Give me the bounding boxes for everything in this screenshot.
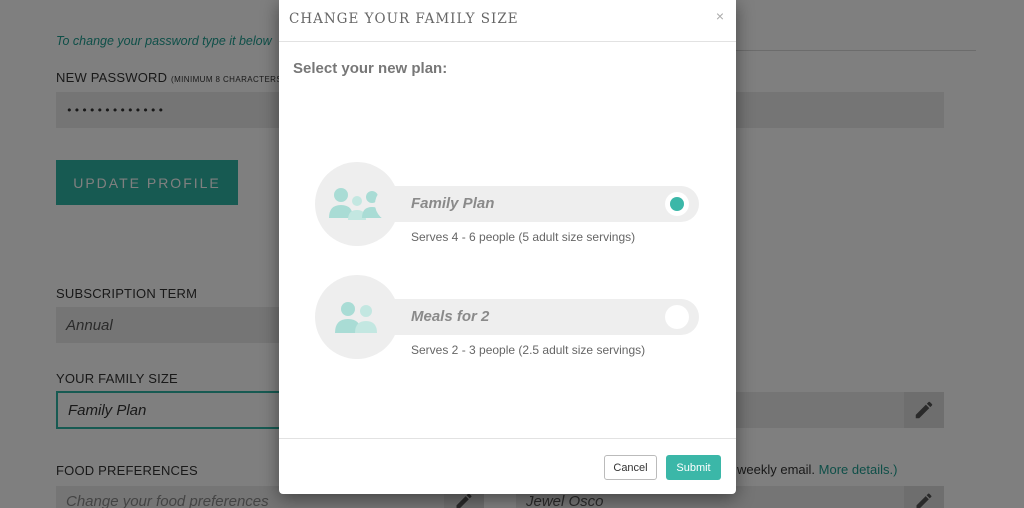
- plan-option-meals-for-2[interactable]: Meals for 2 Serves 2 - 3 people (2.5 adu…: [315, 275, 699, 359]
- plan-prompt: Select your new plan:: [293, 60, 448, 77]
- plan-radio-selected[interactable]: [665, 192, 689, 216]
- radio-dot: [670, 197, 684, 211]
- plan-option-family[interactable]: Family Plan Serves 4 - 6 people (5 adult…: [315, 162, 699, 246]
- submit-button[interactable]: Submit: [666, 455, 721, 480]
- plan-radio-unselected[interactable]: [665, 305, 689, 329]
- modal-footer: Cancel Submit: [279, 438, 736, 494]
- close-icon[interactable]: ×: [716, 8, 724, 24]
- modal-title: CHANGE YOUR FAMILY SIZE: [289, 11, 519, 27]
- plan-name: Family Plan: [411, 195, 495, 212]
- plan-description: Serves 4 - 6 people (5 adult size servin…: [411, 230, 636, 244]
- modal-header: CHANGE YOUR FAMILY SIZE ×: [279, 0, 736, 42]
- change-family-size-modal: CHANGE YOUR FAMILY SIZE × Select your ne…: [279, 0, 736, 494]
- plan-name: Meals for 2: [411, 308, 490, 325]
- plan-description: Serves 2 - 3 people (2.5 adult size serv…: [411, 343, 646, 357]
- cancel-button[interactable]: Cancel: [604, 455, 657, 480]
